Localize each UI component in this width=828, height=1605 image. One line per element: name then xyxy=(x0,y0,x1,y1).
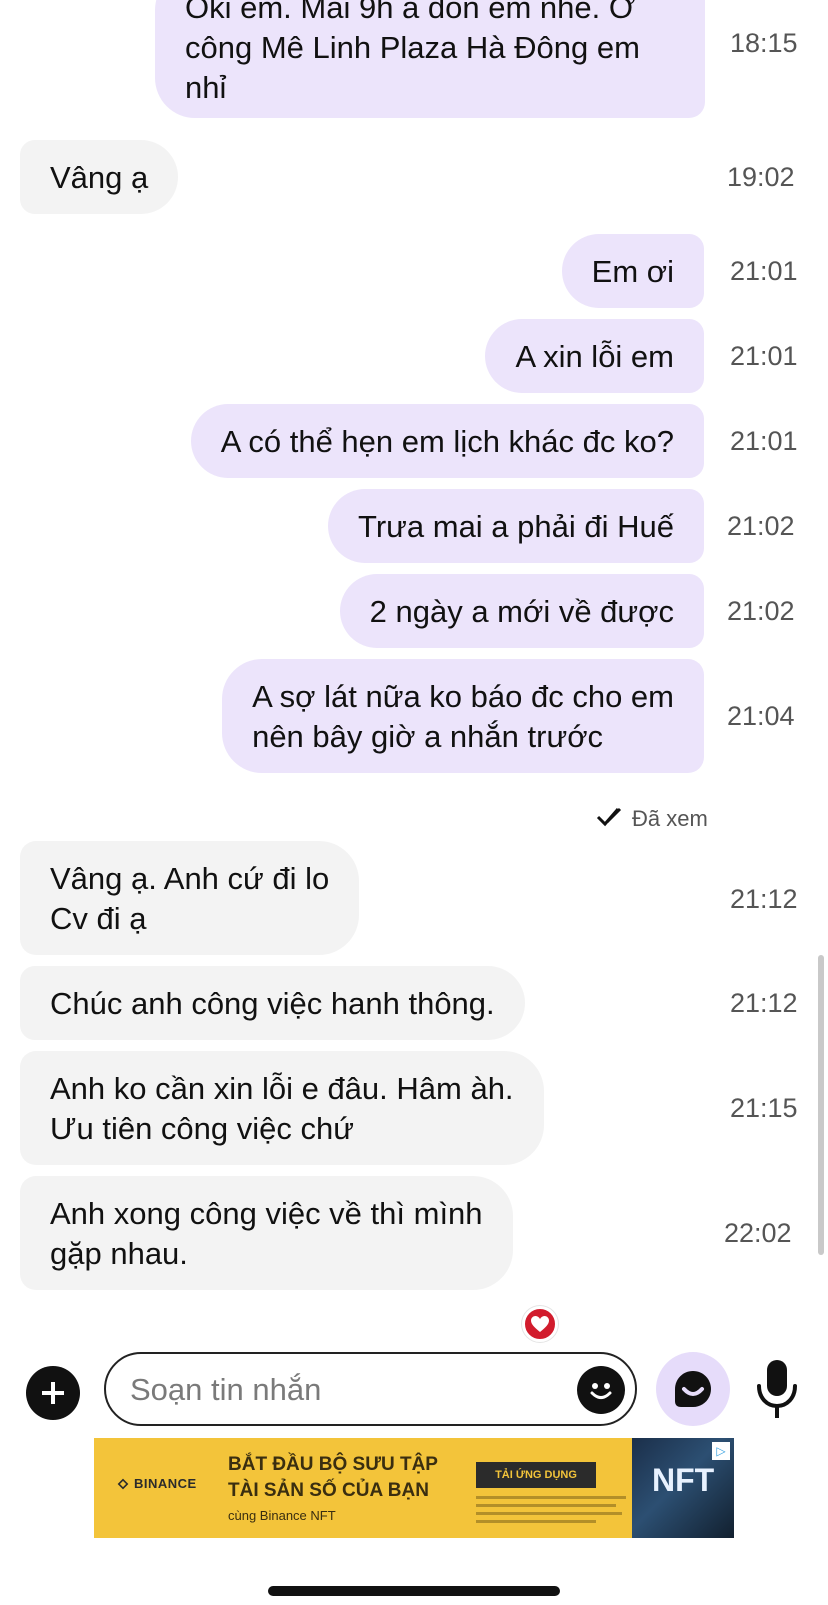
ad-headline-line-1: BẮT ĐẦU BỘ SƯU TẬP xyxy=(228,1454,438,1475)
emoji-button[interactable] xyxy=(577,1366,625,1414)
message-time: 21:02 xyxy=(727,596,795,626)
message-time: 21:01 xyxy=(730,426,798,456)
binance-diamond-icon xyxy=(117,1478,129,1489)
double-check-icon xyxy=(596,805,624,833)
message-time: 18:15 xyxy=(730,28,798,58)
seen-indicator: Đã xem xyxy=(596,805,708,833)
ad-image: NFT ▷ xyxy=(632,1438,734,1538)
message-time: 19:02 xyxy=(727,162,795,192)
message-bubble-outgoing[interactable]: A có thể hẹn em lịch khác đc ko? xyxy=(190,404,704,478)
scrollbar[interactable] xyxy=(818,955,824,1255)
heart-reaction-icon[interactable] xyxy=(522,1306,558,1342)
seen-label: Đã xem xyxy=(632,806,708,831)
ad-brand: BINANCE xyxy=(134,1476,197,1491)
ad-download-button[interactable]: TẢI ỨNG DỤNG xyxy=(476,1462,596,1488)
binance-logo: BINANCE xyxy=(116,1476,197,1491)
ad-headline-line-2: TÀI SẢN SỐ CỦA BẠN xyxy=(228,1480,429,1501)
message-time: 22:02 xyxy=(724,1218,792,1248)
microphone-icon xyxy=(757,1360,797,1418)
ad-banner[interactable]: BINANCE BẮT ĐẦU BỘ SƯU TẬP TÀI SẢN SỐ CỦ… xyxy=(94,1438,734,1538)
message-bubble-incoming[interactable]: Vâng ạ xyxy=(20,140,179,214)
message-bubble-outgoing[interactable]: A sợ lát nữa ko báo đc cho em nên bây gi… xyxy=(222,659,704,773)
ad-headline: BẮT ĐẦU BỘ SƯU TẬP TÀI SẢN SỐ CỦA BẠN xyxy=(228,1452,438,1504)
smiley-icon xyxy=(590,1383,612,1399)
plus-icon xyxy=(42,1382,64,1404)
microphone-button[interactable] xyxy=(752,1356,802,1424)
home-indicator[interactable] xyxy=(268,1586,560,1596)
message-bubble-outgoing[interactable]: 2 ngày a mới về được xyxy=(339,574,704,648)
message-bubble-outgoing[interactable]: Oki em. Mai 9h a đón em nhé. Ở công Mê L… xyxy=(155,0,705,118)
message-bubble-outgoing[interactable]: Em ơi xyxy=(561,234,704,308)
message-time: 21:01 xyxy=(730,256,798,286)
message-time: 21:02 xyxy=(727,511,795,541)
adchoices-icon[interactable]: ▷ xyxy=(712,1442,730,1460)
message-time: 21:12 xyxy=(730,884,798,914)
message-time: 21:04 xyxy=(727,701,795,731)
ad-subtitle: cùng Binance NFT xyxy=(228,1508,336,1523)
message-bubble-outgoing[interactable]: A xin lỗi em xyxy=(485,319,704,393)
add-attachment-button[interactable] xyxy=(26,1366,80,1420)
message-input[interactable] xyxy=(130,1364,550,1416)
message-bubble-incoming[interactable]: Vâng ạ. Anh cứ đi lo Cv đi ạ xyxy=(20,841,360,955)
message-input-container xyxy=(104,1352,637,1426)
sticker-button[interactable] xyxy=(656,1352,730,1426)
message-time: 21:15 xyxy=(730,1093,798,1123)
ad-fine-print xyxy=(476,1496,626,1528)
ad-image-text: NFT xyxy=(652,1462,715,1498)
sticker-icon xyxy=(675,1371,711,1407)
message-bubble-incoming[interactable]: Anh ko cần xin lỗi e đâu. Hâm àh. Ưu tiê… xyxy=(20,1051,544,1165)
message-time: 21:01 xyxy=(730,341,798,371)
message-bubble-incoming[interactable]: Anh xong công việc về thì mình gặp nhau. xyxy=(20,1176,513,1290)
message-bubble-incoming[interactable]: Chúc anh công việc hanh thông. xyxy=(20,966,525,1040)
message-time: 21:12 xyxy=(730,988,798,1018)
message-bubble-outgoing[interactable]: Trưa mai a phải đi Huế xyxy=(328,489,704,563)
